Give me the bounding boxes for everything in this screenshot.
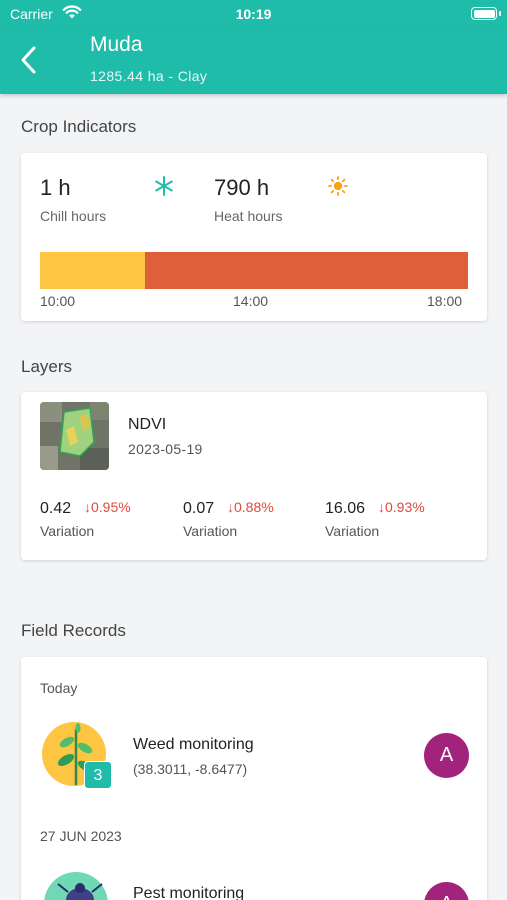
metric-3-delta: ↓0.93%: [378, 499, 425, 515]
metric-1-label: Variation: [40, 523, 95, 539]
page-subtitle: 1285.44 ha - Clay: [90, 68, 208, 84]
layers-title: Layers: [21, 357, 73, 376]
record-group-date: 27 JUN 2023: [40, 828, 122, 844]
ndvi-thumbnail: [40, 402, 109, 470]
heat-hours-bar: [145, 252, 468, 289]
field-records-title: Field Records: [21, 621, 126, 640]
weed-record-title[interactable]: Weed monitoring: [133, 736, 254, 754]
status-time: 10:19: [235, 6, 272, 22]
layer-date: 2023-05-19: [128, 441, 203, 457]
heat-hours-label: Heat hours: [214, 208, 283, 224]
sun-icon: [328, 176, 348, 196]
metric-1-delta: ↓0.95%: [84, 499, 131, 515]
timeline-tick-end: 18:00: [427, 293, 463, 309]
pest-record-title[interactable]: Pest monitoring: [133, 885, 244, 900]
metric-2-delta: ↓0.88%: [227, 499, 274, 515]
arrow-down-icon: ↓: [378, 499, 385, 515]
chill-hours-bar: [40, 252, 145, 289]
weed-record-coords: (38.3011, -8.6477): [133, 761, 248, 777]
metric-2-label: Variation: [183, 523, 238, 539]
page-title: Muda: [90, 33, 143, 56]
crop-indicators-card[interactable]: 1 h Chill hours 790 h Heat hours 10:00 1…: [21, 153, 487, 321]
metric-3-label: Variation: [325, 523, 380, 539]
metric-3-value: 16.06: [325, 500, 366, 517]
field-records-card: Today 3 Weed monitoring (38.3011, -8.647…: [21, 657, 487, 900]
battery-icon: [471, 7, 497, 20]
arrow-down-icon: ↓: [227, 499, 234, 515]
timeline-tick-start: 10:00: [40, 293, 76, 309]
crop-indicators-title: Crop Indicators: [21, 117, 137, 136]
avatar[interactable]: A: [424, 733, 469, 778]
layer-card[interactable]: NDVI 2023-05-19 0.42 ↓0.95% Variation 0.…: [21, 392, 487, 560]
status-bar: Carrier 10:19: [0, 0, 507, 28]
arrow-down-icon: ↓: [84, 499, 91, 515]
app-header: Muda 1285.44 ha - Clay: [0, 28, 507, 94]
chill-hours-label: Chill hours: [40, 208, 107, 224]
avatar[interactable]: A: [424, 882, 469, 900]
pest-monitoring-icon[interactable]: [42, 870, 110, 900]
weed-record-count-badge: 3: [84, 761, 112, 789]
timeline-tick-mid: 14:00: [233, 293, 269, 309]
metric-2-value: 0.07: [183, 500, 215, 517]
heat-hours-value: 790 h: [214, 175, 270, 200]
layer-name: NDVI: [128, 416, 167, 433]
record-group-date: Today: [40, 680, 78, 696]
back-button[interactable]: [14, 40, 44, 80]
chill-hours-value: 1 h: [40, 175, 71, 200]
metric-1-value: 0.42: [40, 500, 72, 517]
snowflake-icon: [155, 176, 173, 196]
